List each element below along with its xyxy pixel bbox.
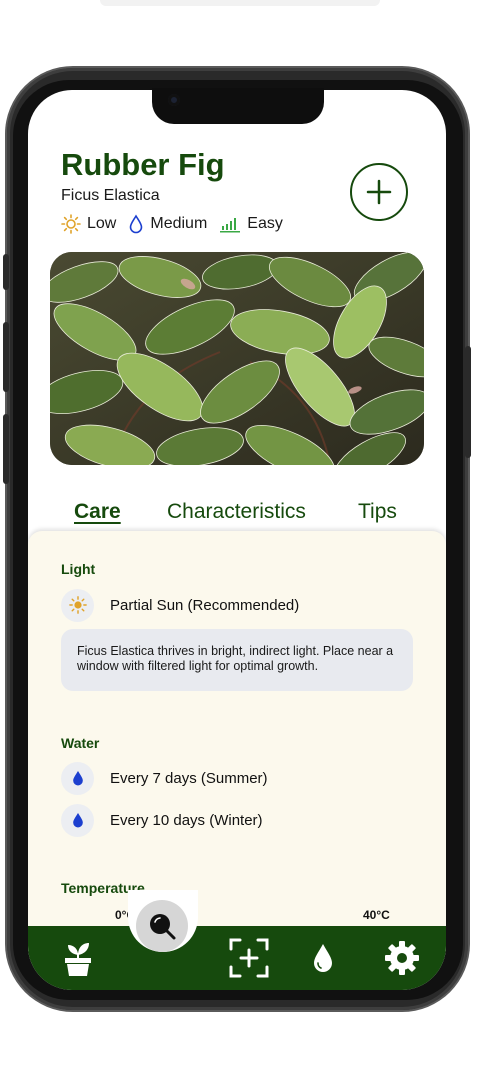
nav-settings[interactable] [382, 936, 422, 980]
water-schedule-summer: Every 7 days (Summer) [110, 769, 268, 787]
water-drop-icon [314, 944, 332, 972]
drop-icon [72, 771, 83, 786]
gear-icon [385, 941, 419, 975]
water-heading: Water [61, 735, 100, 751]
detail-tabs: Care Characteristics Tips [28, 496, 446, 528]
top-edge-shadow [100, 0, 380, 6]
difficulty-attribute: Easy [219, 215, 283, 233]
phone-side-button [3, 414, 9, 484]
tab-characteristics[interactable]: Characteristics [167, 500, 306, 524]
search-fab-button[interactable] [136, 900, 188, 952]
tab-care[interactable]: Care [74, 500, 121, 524]
water-icon-circle [61, 761, 94, 795]
nav-scan[interactable] [226, 936, 272, 980]
front-camera [168, 94, 180, 106]
water-icon-circle [61, 803, 94, 837]
plant-title: Rubber Fig [61, 147, 225, 182]
light-attribute: Low [61, 214, 116, 234]
light-value: Partial Sun (Recommended) [110, 596, 300, 614]
plant-scientific-name: Ficus Elastica [61, 187, 160, 204]
water-schedule-winter: Every 10 days (Winter) [110, 811, 263, 829]
search-icon [150, 914, 176, 940]
phone-side-button [3, 254, 9, 290]
water-attribute: Medium [128, 214, 207, 234]
add-plant-button[interactable] [350, 163, 408, 221]
light-heading: Light [61, 561, 96, 577]
light-icon-circle [61, 588, 94, 622]
phone-side-button [465, 346, 471, 458]
sun-icon [68, 596, 87, 614]
care-panel: Light Partial Sun (Recommended) Ficus El… [28, 531, 446, 951]
water-level-text: Medium [150, 215, 208, 232]
nav-my-plants[interactable] [58, 936, 98, 980]
light-tip: Ficus Elastica thrives in bright, indire… [61, 629, 413, 691]
plant-pot-icon [65, 943, 91, 976]
water-row: Every 7 days (Summer) [61, 761, 268, 795]
drop-icon [72, 813, 83, 828]
difficulty-bars-icon [220, 218, 241, 233]
nav-watering[interactable] [308, 936, 338, 980]
difficulty-text: Easy [247, 215, 283, 232]
tab-tips[interactable]: Tips [358, 500, 397, 524]
drop-icon [130, 214, 143, 234]
plus-icon [366, 179, 392, 205]
scan-icon [229, 938, 269, 978]
plant-attributes: Low Medium Easy [61, 212, 295, 236]
light-row: Partial Sun (Recommended) [61, 588, 299, 622]
temperature-max: 40°C [363, 908, 390, 922]
sun-icon [61, 214, 81, 234]
water-row: Every 10 days (Winter) [61, 803, 263, 837]
phone-side-button [3, 322, 9, 392]
light-level-text: Low [87, 215, 117, 232]
plant-photo [50, 252, 424, 465]
app-screen: Rubber Fig Ficus Elastica Low Medium Eas… [28, 90, 446, 990]
phone-notch [152, 88, 324, 124]
